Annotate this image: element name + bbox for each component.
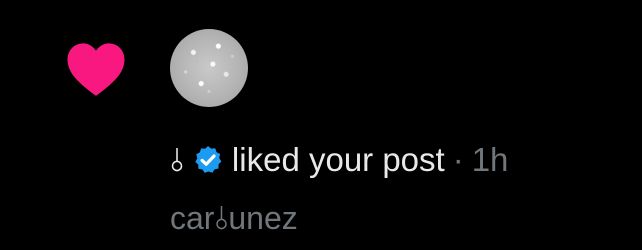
notification-text-line: ⫰ liked your post · 1h (170, 140, 508, 180)
like-notification[interactable]: ⫰ liked your post · 1h car⫰unez (0, 0, 642, 250)
separator-dot: · (452, 141, 464, 178)
heart-icon (67, 43, 125, 96)
timestamp: 1h (471, 141, 509, 178)
display-name[interactable]: ⫰ (170, 140, 184, 180)
verified-badge-icon (195, 146, 222, 173)
action-text: liked your post (231, 141, 445, 178)
avatar[interactable] (170, 29, 248, 107)
username[interactable]: car⫰unez (170, 198, 298, 238)
